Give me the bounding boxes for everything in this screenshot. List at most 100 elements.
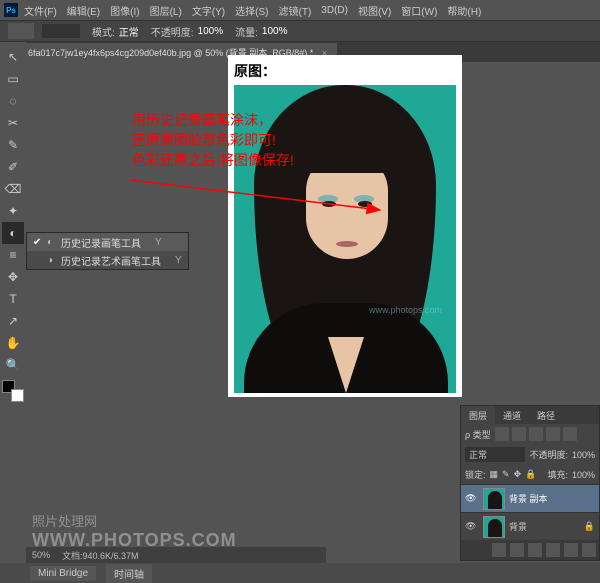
layer-name[interactable]: 背景 [509,520,527,533]
flyout-item-history-brush[interactable]: ✔ ◐ 历史记录画笔工具 Y [27,233,188,251]
new-group-icon[interactable] [546,543,560,557]
filter-kind-label: ρ 类型 [465,428,491,441]
clone-stamp-tool-icon[interactable]: ✦ [2,200,24,222]
lasso-tool-icon[interactable]: ◌ [2,90,24,112]
flyout-item-shortcut: Y [175,255,182,266]
panel-tabs: 图层 通道 路径 [461,406,599,424]
fill-label: 填充: [547,468,568,481]
flow-value[interactable]: 100% [262,26,288,37]
fill-value[interactable]: 100% [572,470,595,480]
layers-panel: 图层 通道 路径 ρ 类型 正常 不透明度: 100% 锁定: ▦ ✎ ✥ 🔒 … [460,405,600,561]
blend-mode-label: 模式: [92,24,115,39]
tab-timeline[interactable]: 时间轴 [106,564,152,583]
menu-3d[interactable]: 3D(D) [321,5,348,16]
visibility-icon[interactable]: 👁 [465,521,479,532]
art-history-brush-icon: ◑ [43,253,57,267]
crop-tool-icon[interactable]: ✂ [2,112,24,134]
canvas-image[interactable]: 原图： www.photops.com [228,55,462,397]
filter-smart-icon[interactable] [563,427,577,441]
layer-mask-icon[interactable] [528,543,542,557]
new-layer-icon[interactable] [564,543,578,557]
flyout-item-label: 历史记录艺术画笔工具 [61,253,161,268]
history-brush-icon: ◐ [43,235,57,249]
menu-filter[interactable]: 滤镜(T) [279,3,312,18]
zoom-tool-icon[interactable]: 🔍 [2,354,24,376]
zoom-level[interactable]: 50% [32,550,50,560]
marquee-tool-icon[interactable]: ▭ [2,68,24,90]
filter-pixel-icon[interactable] [495,427,509,441]
lock-pixels-icon[interactable]: ✎ [502,469,510,480]
menu-edit[interactable]: 编辑(E) [67,3,100,18]
lock-all-icon[interactable]: 🔒 [525,469,536,480]
layers-footer [461,540,599,560]
move-tool-icon[interactable]: ↖ [2,46,24,68]
color-swatches[interactable] [2,380,24,402]
watermark-cn: 照片处理网 [32,511,237,530]
brush-preset-picker[interactable] [42,24,80,38]
check-icon: ✔ [33,237,43,248]
layer-row[interactable]: 👁 背景 副本 [461,484,599,512]
lock-position-icon[interactable]: ✥ [514,469,522,480]
filter-shape-icon[interactable] [546,427,560,441]
path-tool-icon[interactable]: ↗ [2,310,24,332]
menu-view[interactable]: 视图(V) [358,3,391,18]
flyout-item-shortcut: Y [155,237,162,248]
flyout-item-art-history-brush[interactable]: ◑ 历史记录艺术画笔工具 Y [27,251,188,269]
menu-file[interactable]: 文件(F) [24,3,57,18]
filter-adjust-icon[interactable] [512,427,526,441]
lock-icon: 🔒 [584,521,595,532]
menu-help[interactable]: 帮助(H) [447,3,481,18]
layer-name[interactable]: 背景 副本 [509,492,548,505]
visibility-icon[interactable]: 👁 [465,493,479,504]
pen-tool-icon[interactable]: ✥ [2,266,24,288]
menu-image[interactable]: 图像(I) [110,3,139,18]
opacity-label: 不透明度: [151,24,194,39]
opacity-value[interactable]: 100% [198,26,224,37]
status-bar: 50% 文档:940.6K/6.37M [26,547,326,563]
hand-tool-icon[interactable]: ✋ [2,332,24,354]
gradient-tool-icon[interactable]: ≡ [2,244,24,266]
tab-paths[interactable]: 路径 [529,406,563,424]
type-tool-icon[interactable]: T [2,288,24,310]
menu-type[interactable]: 文字(Y) [192,3,225,18]
image-label: 原图： [234,61,456,81]
app-logo: Ps [4,3,18,17]
annotation-line-2: 还原原图脸部色彩即可! [132,130,294,150]
brush-tool-icon[interactable]: ✐ [2,156,24,178]
menu-bar: Ps 文件(F) 编辑(E) 图像(I) 图层(L) 文字(Y) 选择(S) 滤… [0,0,600,20]
layer-row[interactable]: 👁 背景 🔒 [461,512,599,540]
layer-blend-mode-select[interactable]: 正常 [465,447,525,462]
layer-list: 👁 背景 副本 👁 背景 🔒 [461,484,599,540]
layer-thumbnail[interactable] [483,488,505,510]
history-brush-tool-icon[interactable]: ◐ [2,222,24,244]
tab-mini-bridge[interactable]: Mini Bridge [30,566,96,581]
eyedropper-tool-icon[interactable]: ✎ [2,134,24,156]
bottom-panel-tabs: Mini Bridge 时间轴 [0,563,600,583]
layer-filter-buttons [495,427,577,441]
delete-layer-icon[interactable] [582,543,596,557]
blend-mode-select[interactable]: 正常 [119,24,139,39]
layer-opacity-label: 不透明度: [529,448,568,461]
photo-watermark: www.photops.com [369,305,442,315]
menu-window[interactable]: 窗口(W) [401,3,437,18]
tutorial-annotation: 用历史记录画笔涂沫， 还原原图脸部色彩即可! 色彩还原之后,将图像保存! [132,110,294,170]
tool-preset-picker[interactable] [8,23,34,39]
menu-layer[interactable]: 图层(L) [150,3,182,18]
filter-type-icon[interactable] [529,427,543,441]
menu-select[interactable]: 选择(S) [235,3,268,18]
layer-thumbnail[interactable] [483,516,505,538]
annotation-line-1: 用历史记录画笔涂沫， [132,110,294,130]
link-layers-icon[interactable] [492,543,506,557]
options-bar: 模式: 正常 不透明度: 100% 流量: 100% [0,20,600,42]
lock-transparency-icon[interactable]: ▦ [490,469,499,480]
layer-opacity-value[interactable]: 100% [572,450,595,460]
history-brush-flyout: ✔ ◐ 历史记录画笔工具 Y ◑ 历史记录艺术画笔工具 Y [26,232,189,270]
tab-channels[interactable]: 通道 [495,406,529,424]
annotation-line-3: 色彩还原之后,将图像保存! [132,150,294,170]
eraser-tool-icon[interactable]: ⌫ [2,178,24,200]
tools-panel: ↖ ▭ ◌ ✂ ✎ ✐ ⌫ ✦ ◐ ≡ ✥ T ↗ ✋ 🔍 [0,42,26,402]
background-color[interactable] [11,389,24,402]
site-watermark: 照片处理网 WWW.PHOTOPS.COM [32,511,237,551]
layer-fx-icon[interactable] [510,543,524,557]
tab-layers[interactable]: 图层 [461,406,495,424]
